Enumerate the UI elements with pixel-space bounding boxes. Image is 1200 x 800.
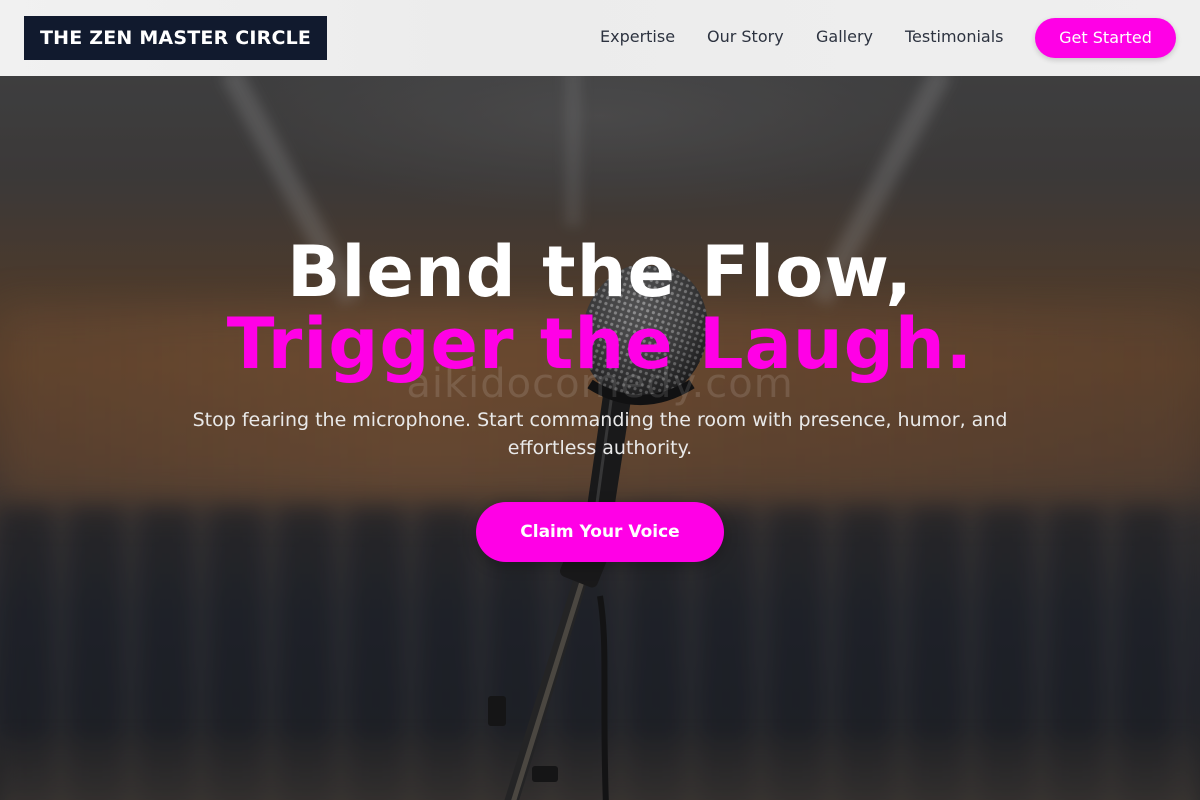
hero-title: Blend the Flow, Trigger the Laugh. xyxy=(0,236,1200,380)
top-navbar: THE ZEN MASTER CIRCLE Expertise Our Stor… xyxy=(0,0,1200,76)
hero-title-line1: Blend the Flow, xyxy=(287,231,913,313)
hero-title-line2: Trigger the Laugh. xyxy=(226,303,974,385)
hero-subtitle: Stop fearing the microphone. Start comma… xyxy=(192,409,1008,459)
nav-link-gallery[interactable]: Gallery xyxy=(816,26,873,48)
hero-section: aikidocomedy.com Blend the Flow, Trigger… xyxy=(0,76,1200,800)
nav-link-testimonials[interactable]: Testimonials xyxy=(905,26,1004,48)
nav-link-our-story[interactable]: Our Story xyxy=(707,26,784,48)
claim-your-voice-button[interactable]: Claim Your Voice xyxy=(476,502,724,562)
nav-link-expertise[interactable]: Expertise xyxy=(600,26,675,48)
get-started-button[interactable]: Get Started xyxy=(1035,18,1176,58)
brand-logo[interactable]: THE ZEN MASTER CIRCLE xyxy=(24,16,328,60)
